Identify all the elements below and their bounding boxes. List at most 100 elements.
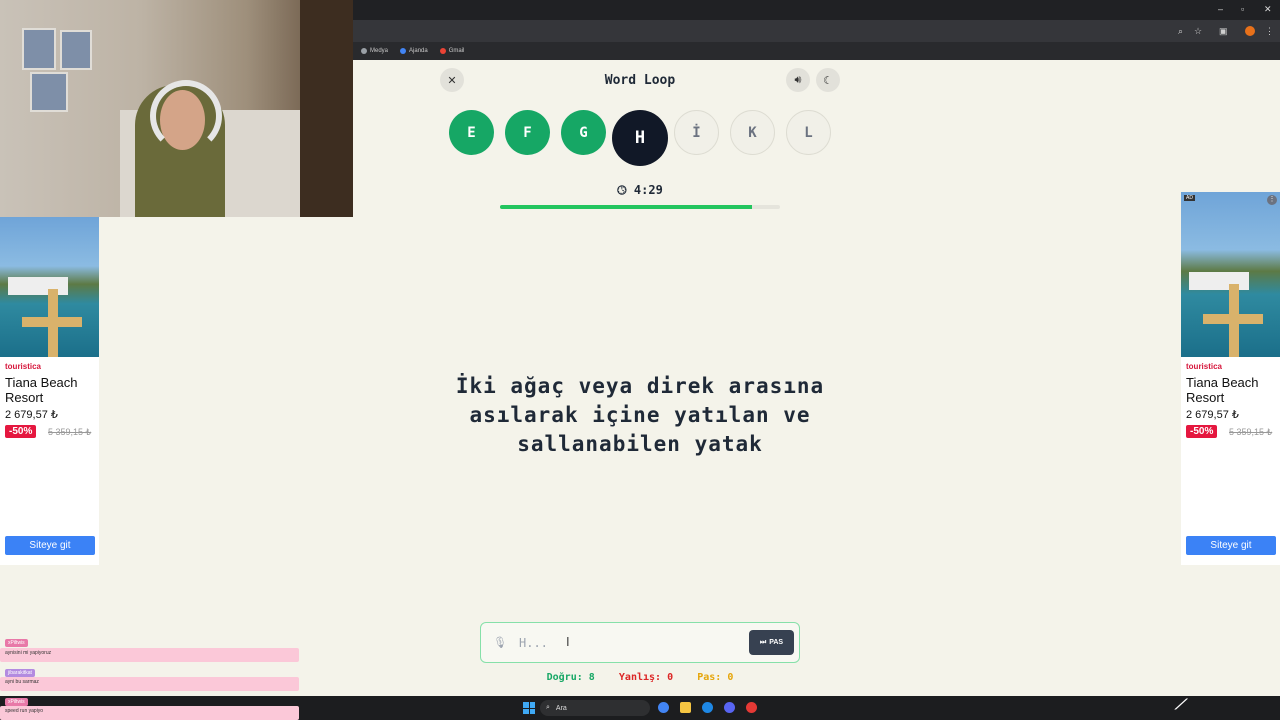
clue-line: sallanabilen yatak (517, 432, 763, 456)
left-ad[interactable]: touristica Tiana Beach Resort 2 679,57 ₺… (0, 217, 99, 565)
time-progress-bar (500, 205, 780, 209)
letter-circle: L (786, 110, 831, 155)
ad-brand: touristica (1186, 362, 1223, 371)
chat-username: jibarakitkat (5, 669, 35, 677)
ad-old-price: 5 359,15 ₺ (1229, 427, 1273, 437)
microphone-icon[interactable]: 🎙︎ (493, 636, 507, 649)
answer-input[interactable] (517, 633, 721, 653)
wrong-count: 0 (667, 672, 674, 683)
ad-options-icon[interactable]: ⋮ (1267, 195, 1277, 205)
ad-label-badge: AD (1184, 195, 1195, 201)
game-title: Word Loop (604, 73, 676, 88)
ad-pier (22, 317, 82, 327)
clue-text: İki ağaç veya direk arasına asılarak içi… (420, 372, 860, 459)
current-letter-circle: H (612, 110, 668, 166)
minimize-icon[interactable]: – (1218, 4, 1223, 14)
ad-title: Tiana Beach Resort (1186, 375, 1259, 405)
ad-title: Tiana Beach Resort (5, 375, 78, 405)
timer: 🕓︎ 4:29 (600, 183, 680, 198)
timer-value: 4:29 (633, 183, 663, 197)
ad-cta-button[interactable]: Siteye git (5, 536, 95, 555)
chrome-app-icon[interactable] (658, 702, 669, 713)
start-tile (529, 702, 535, 708)
chat-message: ayni bu sarmaz (0, 677, 299, 691)
menu-kebab-icon[interactable]: ⋮ (1265, 26, 1274, 37)
ad-price: 2 679,57 ₺ (5, 409, 58, 421)
extensions-icon[interactable]: ▣ (1219, 26, 1228, 37)
windows-start-icon[interactable] (523, 702, 535, 714)
start-tile (529, 708, 535, 714)
ad-old-price: 5 359,15 ₺ (48, 427, 92, 437)
letter-circle: G (561, 110, 606, 155)
right-ad[interactable]: AD ⋮ touristica Tiana Beach Resort 2 679… (1181, 192, 1280, 565)
clue-line: İki ağaç veya direk arasına (455, 374, 825, 398)
chat-username: xPiltwis (5, 639, 28, 647)
moon-icon: ☾ (823, 74, 833, 87)
pass-button[interactable]: ⏭︎ PAS (749, 630, 794, 655)
search-icon: ⌕ (546, 704, 550, 711)
headset (150, 80, 222, 152)
ad-discount-badge: -50% (5, 425, 37, 438)
pass-label: Pas: (697, 672, 722, 683)
chat-username: xPiltwis (5, 698, 28, 706)
restore-icon[interactable]: ▫ (1241, 4, 1244, 14)
chat-message: aynisini mi yapiyoruz (0, 648, 299, 662)
bookmark-gmail[interactable]: Gmail (439, 48, 465, 54)
speaker-icon: 🔊︎ (794, 73, 802, 86)
time-progress-fill (500, 205, 752, 209)
sound-button[interactable]: 🔊︎ (786, 68, 810, 92)
close-icon: ✕ (447, 74, 457, 87)
bookmarks-bar: Medya Ajanda Gmail (353, 42, 1280, 60)
zoom-icon[interactable]: ⌕ (1178, 26, 1183, 37)
close-game-button[interactable]: ✕ (440, 68, 464, 92)
chat-message: speed run yapiyo (0, 706, 299, 720)
letter-circle: E (449, 110, 494, 155)
start-tile (523, 708, 529, 714)
wall-poster (22, 28, 56, 70)
correct-count: 8 (588, 672, 595, 683)
discord-icon[interactable] (724, 702, 735, 713)
skip-icon: ⏭︎ (759, 638, 767, 646)
ad-image: AD ⋮ (1181, 192, 1280, 357)
file-explorer-icon[interactable] (680, 702, 691, 713)
bookmark-icon (400, 48, 407, 54)
app-icon[interactable] (702, 702, 713, 713)
letter-circle: F (505, 110, 550, 155)
wall-poster (30, 72, 68, 112)
door (300, 0, 353, 217)
dark-mode-button[interactable]: ☾ (816, 68, 840, 92)
bookmark-icon (361, 48, 367, 54)
address-bar-area (353, 20, 1280, 42)
pass-count: 0 (727, 672, 734, 683)
ad-price: 2 679,57 ₺ (1186, 409, 1239, 421)
ad-discount-badge: -50% (1186, 425, 1218, 438)
app-icon[interactable] (746, 702, 757, 713)
profile-avatar[interactable] (1245, 26, 1255, 36)
ad-hotel (8, 277, 68, 295)
webcam-overlay (0, 0, 353, 217)
correct-label: Doğru: (546, 672, 583, 683)
ad-pier (1203, 314, 1263, 324)
ad-image (0, 217, 99, 357)
bookmark-label: Ajanda (409, 48, 428, 54)
ad-brand: touristica (5, 362, 42, 371)
wall-poster (60, 30, 92, 70)
letter-circle: İ (674, 110, 719, 155)
bookmark-label: Medya (370, 48, 389, 54)
close-window-icon[interactable]: ✕ (1264, 4, 1272, 15)
start-tile (523, 702, 529, 708)
bookmark-ajanda[interactable]: Ajanda (400, 48, 428, 54)
wrong-label: Yanlış: (618, 672, 662, 683)
taskbar-search[interactable]: ⌕ Ara (540, 700, 650, 716)
clue-line: asılarak içine yatılan ve (469, 403, 811, 427)
taskbar-search-label: Ara (555, 704, 567, 712)
clock-icon: 🕓︎ (617, 183, 627, 197)
letter-circle: K (730, 110, 775, 155)
bookmark-medya[interactable]: Medya (361, 48, 388, 54)
bookmark-label: Gmail (448, 48, 465, 54)
ad-hotel (1189, 272, 1249, 290)
pass-button-label: PAS (769, 639, 784, 646)
bookmark-star-icon[interactable]: ☆ (1194, 26, 1202, 37)
text-cursor-icon: I (566, 634, 570, 649)
ad-cta-button[interactable]: Siteye git (1186, 536, 1276, 555)
